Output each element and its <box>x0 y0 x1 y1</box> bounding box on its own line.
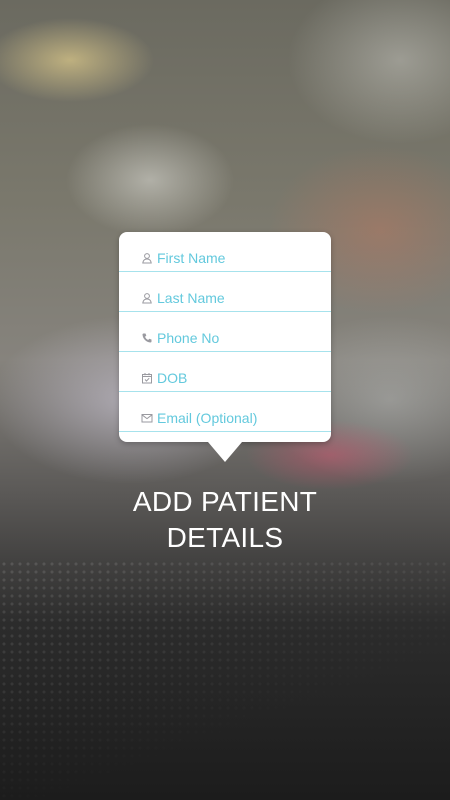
calendar-icon <box>141 372 153 384</box>
phone-placeholder: Phone No <box>157 330 220 346</box>
last-name-field[interactable]: Last Name <box>119 272 331 312</box>
mail-icon <box>141 412 153 424</box>
page-title: ADD PATIENT DETAILS <box>0 484 450 556</box>
email-field[interactable]: Email (Optional) <box>119 392 331 432</box>
title-line-1: ADD PATIENT <box>132 486 318 517</box>
email-placeholder: Email (Optional) <box>157 410 258 426</box>
first-name-placeholder: First Name <box>157 250 226 266</box>
last-name-placeholder: Last Name <box>157 290 225 306</box>
phone-icon <box>141 332 153 344</box>
first-name-field[interactable]: First Name <box>119 232 331 272</box>
person-icon <box>141 252 153 264</box>
dob-field[interactable]: DOB <box>119 352 331 392</box>
phone-field[interactable]: Phone No <box>119 312 331 352</box>
background-mesh-texture <box>0 560 450 800</box>
person-icon <box>141 292 153 304</box>
title-line-2: DETAILS <box>166 522 284 553</box>
dob-placeholder: DOB <box>157 370 188 386</box>
patient-details-form-card: First Name Last Name Phone No DOB Email … <box>119 232 331 462</box>
